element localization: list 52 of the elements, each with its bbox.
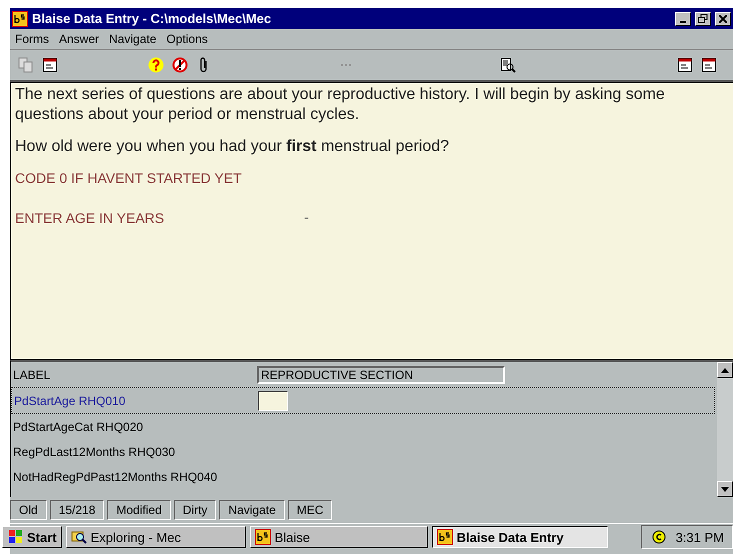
menu-item[interactable]: Options [166,32,208,46]
status-cell: 15/218 [50,500,104,520]
down-arrow-icon [721,486,729,492]
label-header: LABEL [13,368,52,382]
question-text: How old were you when you had your first menstrual period? [15,137,450,157]
question-row[interactable]: PdStartAgeCat RHQ020 [11,414,717,439]
blaise-icon [436,529,453,545]
menu-item[interactable]: Forms [15,32,49,46]
scroll-down-button[interactable] [717,481,733,497]
magnifier-icon [70,529,87,545]
question-row[interactable]: PdStartAge RHQ010 [11,387,715,414]
previous-window-icon[interactable] [677,57,693,73]
prohibited-icon[interactable] [172,57,188,73]
question-row[interactable]: RegPdLast12Months RHQ030 [11,439,717,464]
minimize-icon [680,20,686,22]
window-title: Blaise Data Entry - C:\models\Mec\Mec [32,11,272,26]
copy-icon[interactable] [18,57,34,73]
question-row[interactable]: NotHadRegPdPast12Months RHQ040 [11,464,717,489]
close-icon [719,14,727,22]
taskbar-button[interactable]: Exploring - Mec [66,526,246,548]
tray-icon[interactable] [650,530,666,544]
section-value: REPRODUCTIVE SECTION [257,366,505,384]
blaise-icon [254,529,271,545]
menu-item[interactable]: Navigate [109,32,156,46]
taskbar-button[interactable]: Blaise [250,526,428,548]
clock-time: 3:31 PM [676,530,724,544]
dots-icon [340,63,352,67]
status-cell: Modified [107,500,171,520]
scroll-up-button[interactable] [717,362,733,378]
dash-mark: - [304,209,309,227]
up-arrow-icon [721,368,729,372]
intro-text: The next series of questions are about your reproductive history. I will begin by asking some questions about your period or menstrual cycles. [15,85,666,125]
start-button[interactable]: Start [2,526,62,548]
instruction-text: ENTER AGE IN YEARS [15,209,164,227]
taskbar-button[interactable]: Blaise Data Entry [432,526,608,548]
windows-logo-icon [7,530,23,544]
answer-field[interactable] [258,390,288,410]
restore-button[interactable] [695,12,711,26]
minimize-button[interactable] [675,12,691,26]
help-icon[interactable] [148,57,164,73]
status-cell: Dirty [174,500,216,520]
restore-icon [698,14,708,23]
document-search-icon[interactable] [500,57,516,73]
close-button[interactable] [715,12,731,26]
app-icon [12,10,28,26]
next-window-icon[interactable] [701,57,717,73]
status-cell: MEC [288,500,332,520]
status-cell: Navigate [219,500,285,520]
menu-item[interactable]: Answer [59,32,100,46]
window-icon[interactable] [42,57,58,73]
instruction-text: CODE 0 IF HAVENT STARTED YET [15,169,243,187]
status-cell: Old [10,500,47,520]
